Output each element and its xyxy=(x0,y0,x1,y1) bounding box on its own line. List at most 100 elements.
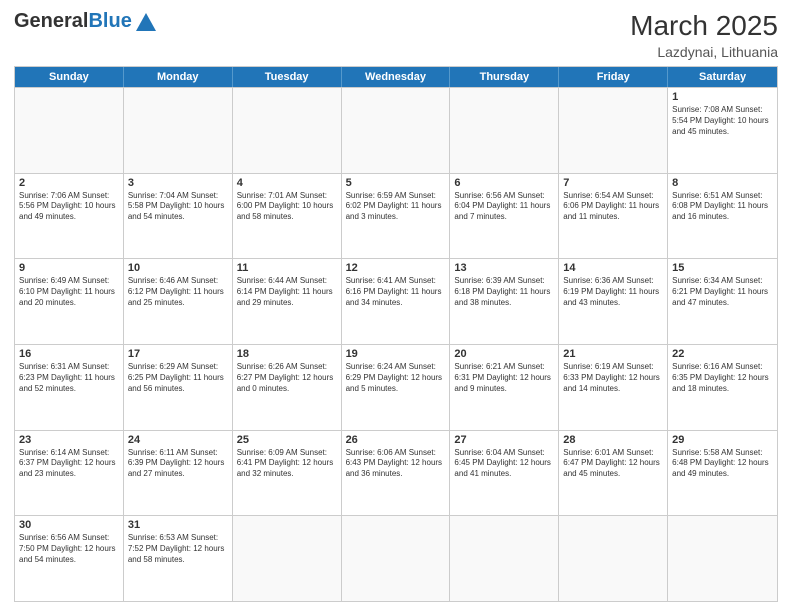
day-cell-10: 10 Sunrise: 6:46 AM Sunset: 6:12 PM Dayli… xyxy=(124,259,233,344)
day-number: 2 xyxy=(19,177,119,189)
day-cell-23: 23 Sunrise: 6:14 AM Sunset: 6:37 PM Dayli… xyxy=(15,431,124,516)
day-cell-empty xyxy=(124,88,233,173)
day-number: 23 xyxy=(19,434,119,446)
day-cell-13: 13Sunrise: 6:39 AM Sunset: 6:18 PM Dayli… xyxy=(450,259,559,344)
day-cell-empty xyxy=(450,516,559,601)
day-info: Sunrise: 6:44 AM Sunset: 6:14 PM Dayligh… xyxy=(237,276,337,308)
day-number: 3 xyxy=(128,177,228,189)
calendar-row-4: 16Sunrise: 6:31 AM Sunset: 6:23 PM Dayli… xyxy=(15,344,777,430)
month-year: March 2025 xyxy=(630,10,778,42)
calendar-row-3: 9 Sunrise: 6:49 AM Sunset: 6:10 PM Daylig… xyxy=(15,258,777,344)
day-cell-29: 29Sunrise: 5:58 AM Sunset: 6:48 PM Dayli… xyxy=(668,431,777,516)
logo-blue-text: Blue xyxy=(88,10,131,33)
day-cell-2: 2 Sunrise: 7:06 AM Sunset: 5:56 PM Daylig… xyxy=(15,174,124,259)
day-cell-4: 4Sunrise: 7:01 AM Sunset: 6:00 PM Daylig… xyxy=(233,174,342,259)
day-cell-empty xyxy=(342,88,451,173)
day-cell-empty xyxy=(233,516,342,601)
day-number: 28 xyxy=(563,434,663,446)
day-header-thursday: Thursday xyxy=(450,67,559,87)
day-number: 8 xyxy=(672,177,773,189)
day-info: Sunrise: 6:49 AM Sunset: 6:10 PM Dayligh… xyxy=(19,276,119,308)
day-info: Sunrise: 7:06 AM Sunset: 5:56 PM Dayligh… xyxy=(19,191,119,223)
day-info: Sunrise: 6:46 AM Sunset: 6:12 PM Dayligh… xyxy=(128,276,228,308)
day-cell-empty xyxy=(342,516,451,601)
day-cell-empty xyxy=(450,88,559,173)
day-number: 6 xyxy=(454,177,554,189)
day-info: Sunrise: 6:21 AM Sunset: 6:31 PM Dayligh… xyxy=(454,362,554,394)
logo-general-text: General xyxy=(14,10,88,33)
day-cell-empty xyxy=(559,88,668,173)
day-number: 13 xyxy=(454,262,554,274)
day-cell-19: 19 Sunrise: 6:24 AM Sunset: 6:29 PM Dayli… xyxy=(342,345,451,430)
day-info: Sunrise: 6:34 AM Sunset: 6:21 PM Dayligh… xyxy=(672,276,773,308)
day-info: Sunrise: 7:04 AM Sunset: 5:58 PM Dayligh… xyxy=(128,191,228,223)
day-cell-5: 5 Sunrise: 6:59 AM Sunset: 6:02 PM Daylig… xyxy=(342,174,451,259)
day-info: Sunrise: 6:01 AM Sunset: 6:47 PM Dayligh… xyxy=(563,448,663,480)
day-header-tuesday: Tuesday xyxy=(233,67,342,87)
day-number: 16 xyxy=(19,348,119,360)
day-cell-28: 28 Sunrise: 6:01 AM Sunset: 6:47 PM Dayli… xyxy=(559,431,668,516)
day-number: 26 xyxy=(346,434,446,446)
day-cell-17: 17Sunrise: 6:29 AM Sunset: 6:25 PM Dayli… xyxy=(124,345,233,430)
day-number: 5 xyxy=(346,177,446,189)
day-number: 15 xyxy=(672,262,773,274)
day-number: 19 xyxy=(346,348,446,360)
day-cell-16: 16Sunrise: 6:31 AM Sunset: 6:23 PM Dayli… xyxy=(15,345,124,430)
day-info: Sunrise: 6:14 AM Sunset: 6:37 PM Dayligh… xyxy=(19,448,119,480)
day-number: 12 xyxy=(346,262,446,274)
day-cell-empty xyxy=(15,88,124,173)
calendar-body: 1 Sunrise: 7:08 AM Sunset: 5:54 PM Daylig… xyxy=(15,87,777,601)
day-info: Sunrise: 6:24 AM Sunset: 6:29 PM Dayligh… xyxy=(346,362,446,394)
day-cell-7: 7 Sunrise: 6:54 AM Sunset: 6:06 PM Daylig… xyxy=(559,174,668,259)
day-cell-14: 14Sunrise: 6:36 AM Sunset: 6:19 PM Dayli… xyxy=(559,259,668,344)
day-header-friday: Friday xyxy=(559,67,668,87)
day-info: Sunrise: 6:06 AM Sunset: 6:43 PM Dayligh… xyxy=(346,448,446,480)
title-block: March 2025 Lazdynai, Lithuania xyxy=(630,10,778,60)
day-number: 10 xyxy=(128,262,228,274)
day-cell-21: 21Sunrise: 6:19 AM Sunset: 6:33 PM Dayli… xyxy=(559,345,668,430)
day-info: Sunrise: 6:53 AM Sunset: 7:52 PM Dayligh… xyxy=(128,533,228,565)
day-number: 22 xyxy=(672,348,773,360)
day-cell-12: 12 Sunrise: 6:41 AM Sunset: 6:16 PM Dayli… xyxy=(342,259,451,344)
day-number: 25 xyxy=(237,434,337,446)
day-header-saturday: Saturday xyxy=(668,67,777,87)
day-cell-22: 22 Sunrise: 6:16 AM Sunset: 6:35 PM Dayli… xyxy=(668,345,777,430)
day-info: Sunrise: 6:41 AM Sunset: 6:16 PM Dayligh… xyxy=(346,276,446,308)
day-number: 4 xyxy=(237,177,337,189)
day-info: Sunrise: 6:09 AM Sunset: 6:41 PM Dayligh… xyxy=(237,448,337,480)
logo-triangle-icon xyxy=(136,13,156,31)
day-number: 24 xyxy=(128,434,228,446)
location: Lazdynai, Lithuania xyxy=(630,44,778,60)
day-cell-9: 9 Sunrise: 6:49 AM Sunset: 6:10 PM Daylig… xyxy=(15,259,124,344)
day-number: 7 xyxy=(563,177,663,189)
day-info: Sunrise: 7:08 AM Sunset: 5:54 PM Dayligh… xyxy=(672,105,773,137)
day-cell-18: 18 Sunrise: 6:26 AM Sunset: 6:27 PM Dayli… xyxy=(233,345,342,430)
day-cell-25: 25 Sunrise: 6:09 AM Sunset: 6:41 PM Dayli… xyxy=(233,431,342,516)
day-cell-30: 30 Sunrise: 6:56 AM Sunset: 7:50 PM Dayli… xyxy=(15,516,124,601)
day-info: Sunrise: 6:29 AM Sunset: 6:25 PM Dayligh… xyxy=(128,362,228,394)
day-number: 11 xyxy=(237,262,337,274)
day-cell-11: 11 Sunrise: 6:44 AM Sunset: 6:14 PM Dayli… xyxy=(233,259,342,344)
day-number: 9 xyxy=(19,262,119,274)
day-number: 14 xyxy=(563,262,663,274)
day-info: Sunrise: 6:59 AM Sunset: 6:02 PM Dayligh… xyxy=(346,191,446,223)
day-cell-8: 8 Sunrise: 6:51 AM Sunset: 6:08 PM Daylig… xyxy=(668,174,777,259)
calendar-row-6: 30 Sunrise: 6:56 AM Sunset: 7:50 PM Dayli… xyxy=(15,515,777,601)
day-cell-3: 3 Sunrise: 7:04 AM Sunset: 5:58 PM Daylig… xyxy=(124,174,233,259)
calendar-row-5: 23 Sunrise: 6:14 AM Sunset: 6:37 PM Dayli… xyxy=(15,430,777,516)
day-info: Sunrise: 6:26 AM Sunset: 6:27 PM Dayligh… xyxy=(237,362,337,394)
day-number: 1 xyxy=(672,91,773,103)
day-cell-empty xyxy=(559,516,668,601)
day-info: Sunrise: 6:54 AM Sunset: 6:06 PM Dayligh… xyxy=(563,191,663,223)
day-info: Sunrise: 6:56 AM Sunset: 7:50 PM Dayligh… xyxy=(19,533,119,565)
day-cell-empty xyxy=(668,516,777,601)
day-number: 30 xyxy=(19,519,119,531)
day-number: 18 xyxy=(237,348,337,360)
calendar-row-2: 2 Sunrise: 7:06 AM Sunset: 5:56 PM Daylig… xyxy=(15,173,777,259)
page: General Blue March 2025 Lazdynai, Lithua… xyxy=(0,0,792,612)
day-info: Sunrise: 6:16 AM Sunset: 6:35 PM Dayligh… xyxy=(672,362,773,394)
day-cell-24: 24Sunrise: 6:11 AM Sunset: 6:39 PM Dayli… xyxy=(124,431,233,516)
day-cell-6: 6Sunrise: 6:56 AM Sunset: 6:04 PM Daylig… xyxy=(450,174,559,259)
day-info: Sunrise: 6:51 AM Sunset: 6:08 PM Dayligh… xyxy=(672,191,773,223)
calendar-row-1: 1 Sunrise: 7:08 AM Sunset: 5:54 PM Daylig… xyxy=(15,87,777,173)
